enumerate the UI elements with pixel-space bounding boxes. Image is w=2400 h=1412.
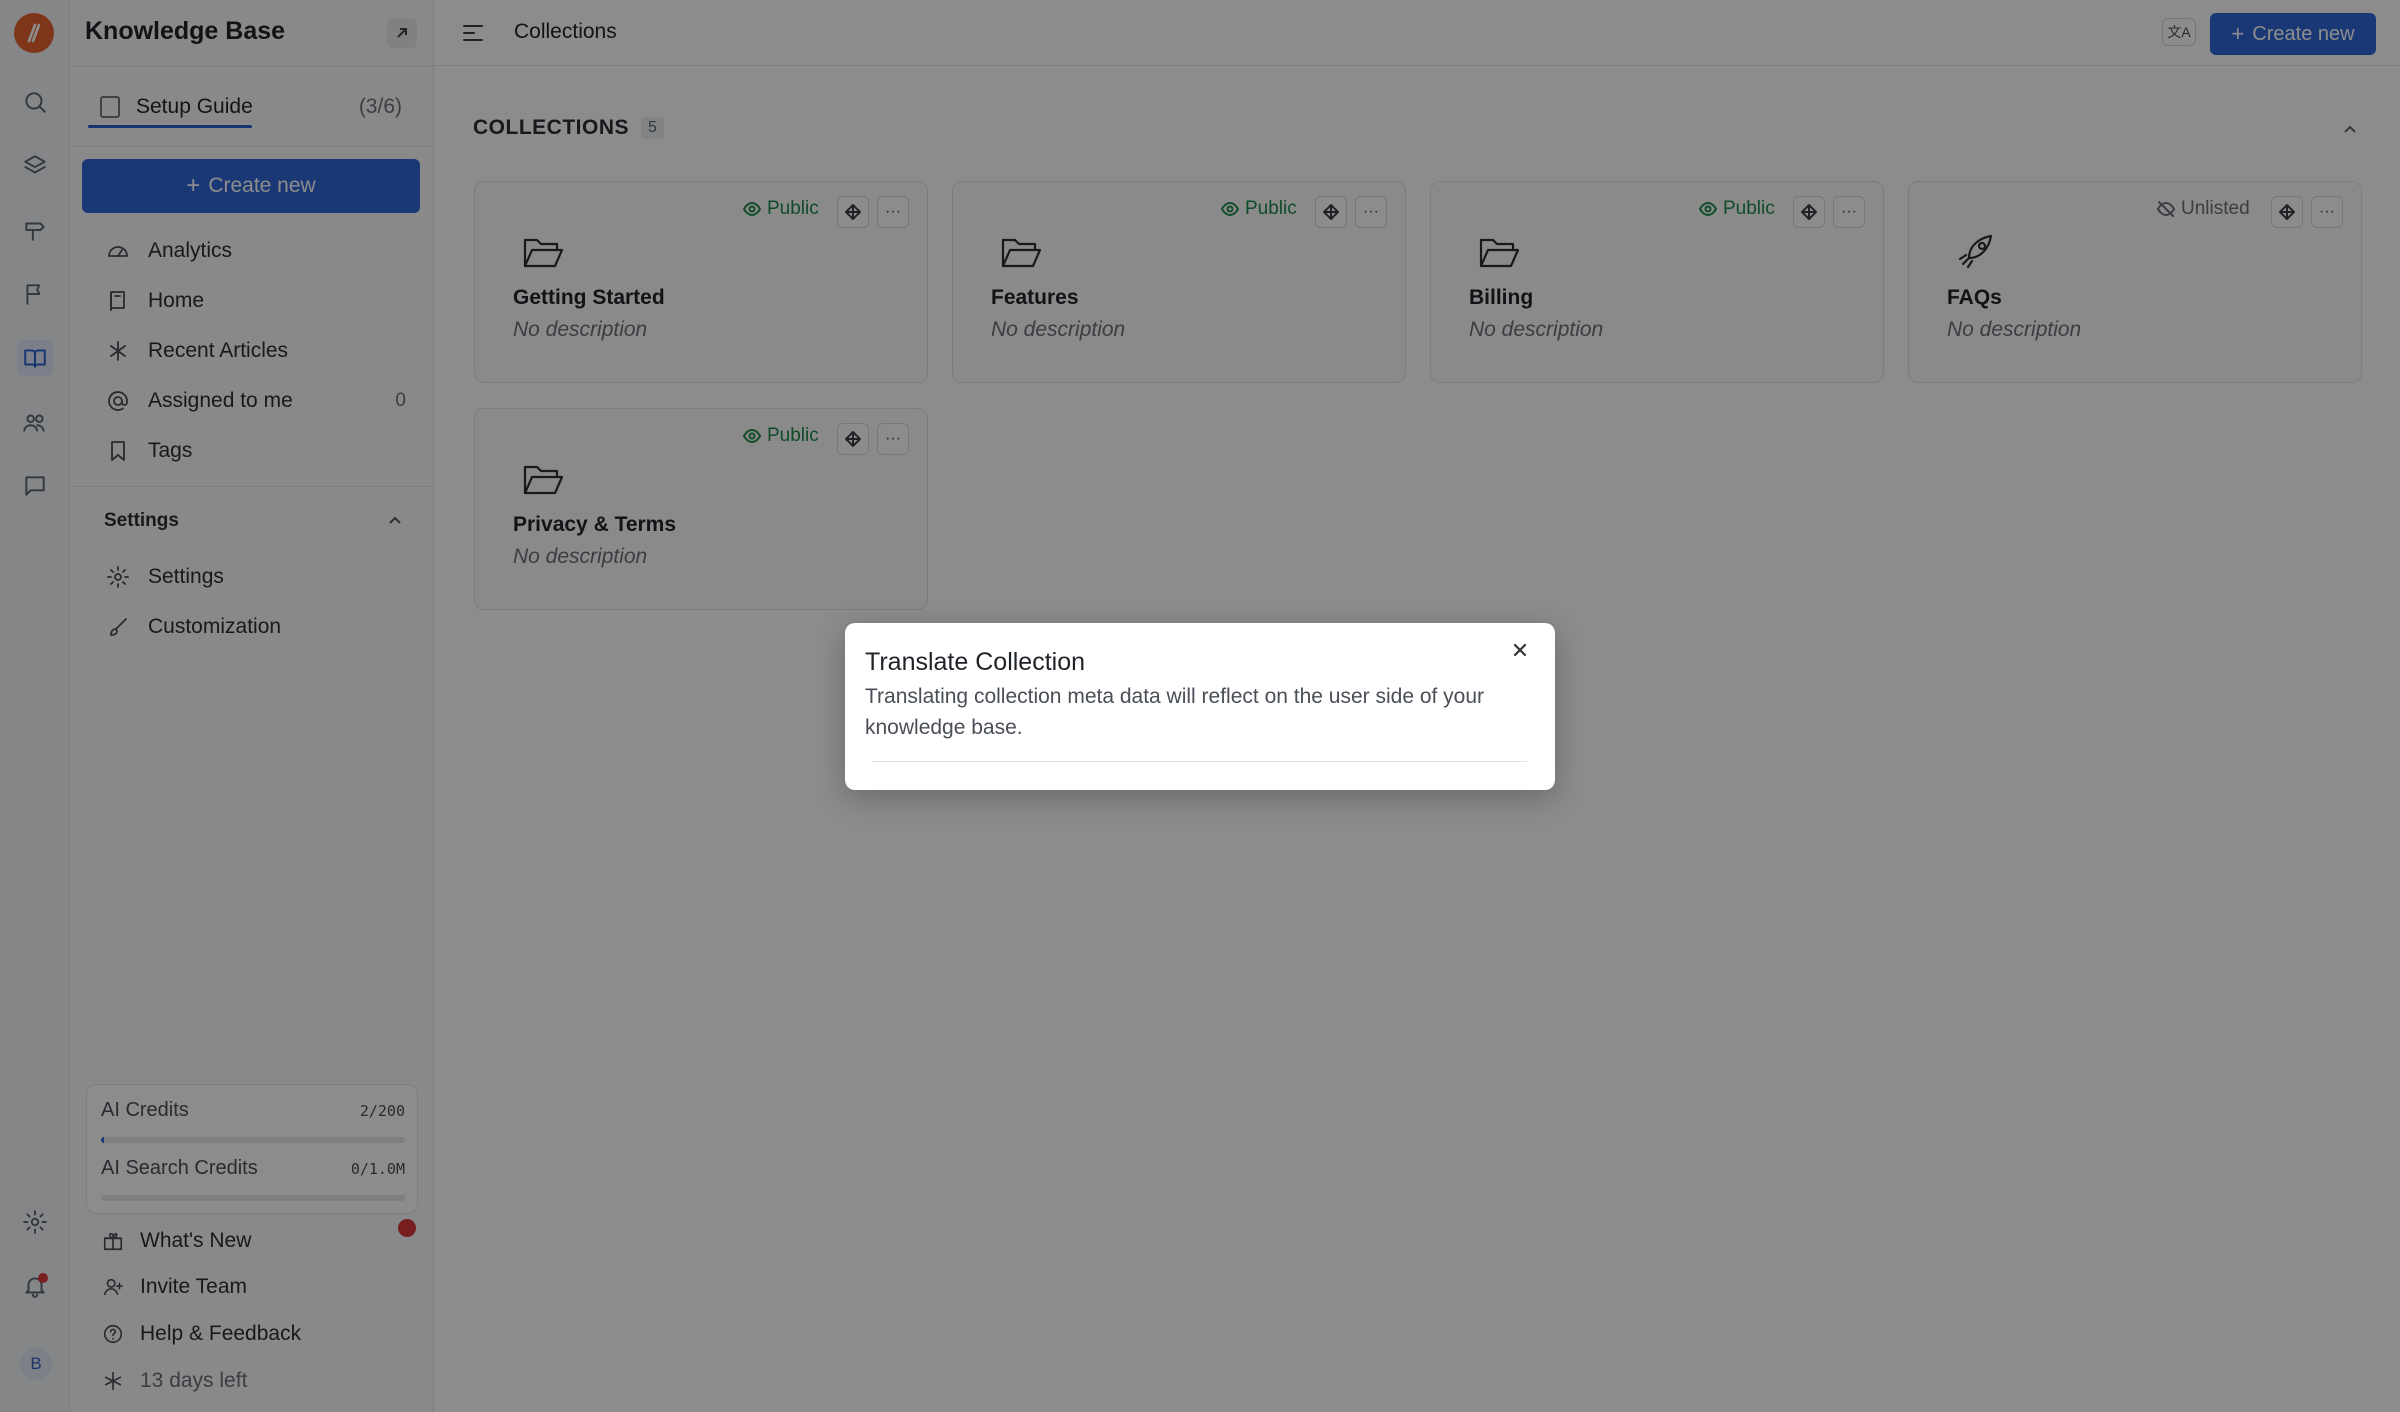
dialog-description: Translating collection meta data will re… bbox=[865, 685, 1485, 739]
close-icon bbox=[1513, 643, 1527, 657]
dialog-title: Translate Collection bbox=[865, 648, 1086, 676]
close-button[interactable] bbox=[1507, 637, 1533, 663]
translate-collection-dialog: Translate Collection Translating collect… bbox=[845, 623, 1555, 790]
dialog-divider bbox=[871, 761, 1527, 762]
